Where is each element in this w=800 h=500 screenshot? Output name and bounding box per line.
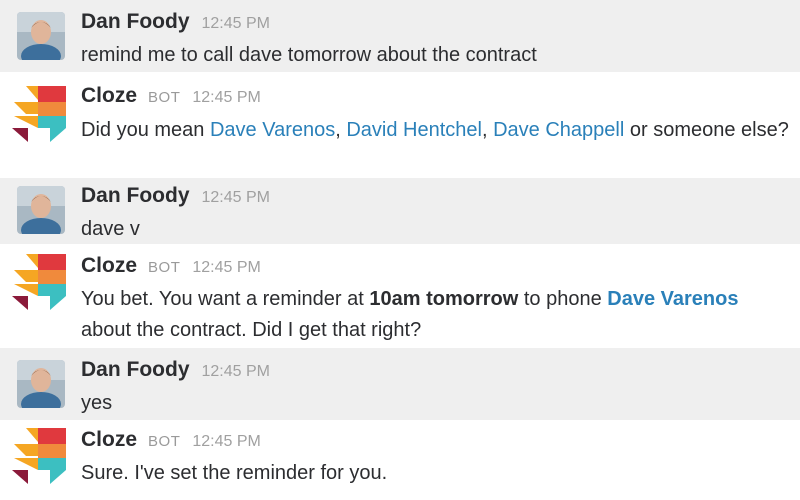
sender-name[interactable]: Cloze xyxy=(81,84,137,108)
text-segment: , xyxy=(335,119,347,141)
text-segment: Did you mean xyxy=(81,119,210,141)
timestamp[interactable]: 12:45 PM xyxy=(202,15,270,33)
message-header: Cloze BOT 12:45 PM xyxy=(81,428,261,458)
bot-badge: BOT xyxy=(148,259,181,276)
message-header: Cloze BOT 12:45 PM xyxy=(81,84,261,114)
user-avatar[interactable] xyxy=(17,186,65,234)
timestamp[interactable]: 12:45 PM xyxy=(192,89,260,107)
message-text: Sure. I've set the reminder for you. xyxy=(81,462,388,484)
reminder-time: 10am tomorrow xyxy=(369,288,519,310)
sender-name[interactable]: Dan Foody xyxy=(81,184,190,208)
message-text: remind me to call dave tomorrow about th… xyxy=(81,44,537,66)
message-row: Cloze BOT 12:45 PM Did you mean Dave Var… xyxy=(0,72,800,178)
message-header: Dan Foody 12:45 PM xyxy=(81,358,270,388)
contact-link[interactable]: Dave Varenos xyxy=(210,119,335,141)
bot-badge: BOT xyxy=(148,433,181,450)
cloze-logo-icon[interactable] xyxy=(10,426,68,484)
message-header: Dan Foody 12:45 PM xyxy=(81,10,270,40)
contact-link[interactable]: Dave Varenos xyxy=(607,288,738,310)
sender-name[interactable]: Dan Foody xyxy=(81,358,190,382)
user-avatar-image xyxy=(17,186,65,234)
message-header: Cloze BOT 12:45 PM xyxy=(81,254,261,284)
bot-badge: BOT xyxy=(148,89,181,106)
timestamp[interactable]: 12:45 PM xyxy=(192,259,260,277)
message-text: yes xyxy=(81,392,113,414)
text-segment: to phone xyxy=(518,288,608,310)
chat-window: Dan Foody 12:45 PM remind me to call dav… xyxy=(0,0,800,500)
contact-link[interactable]: Dave Chappell xyxy=(493,119,624,141)
contact-link[interactable]: David Hentchel xyxy=(346,119,482,141)
message-row: Dan Foody 12:45 PM remind me to call dav… xyxy=(0,0,800,72)
message-row: Dan Foody 12:45 PM yes xyxy=(0,348,800,420)
text-segment: You bet. You want a reminder at xyxy=(81,288,370,310)
message-text: You bet. You want a reminder at 10am tom… xyxy=(81,284,791,346)
cloze-logo-icon[interactable] xyxy=(10,84,68,142)
user-avatar[interactable] xyxy=(17,12,65,60)
sender-name[interactable]: Dan Foody xyxy=(81,10,190,34)
text-segment: , xyxy=(481,119,494,141)
timestamp[interactable]: 12:45 PM xyxy=(202,189,270,207)
sender-name[interactable]: Cloze xyxy=(81,428,137,452)
text-segment: or someone else? xyxy=(624,119,789,141)
message-row: Cloze BOT 12:45 PM You bet. You want a r… xyxy=(0,244,800,348)
text-segment: about the contract. Did I get that right… xyxy=(81,319,422,341)
message-row: Cloze BOT 12:45 PM Sure. I've set the re… xyxy=(0,420,800,500)
message-row: Dan Foody 12:45 PM dave v xyxy=(0,178,800,244)
cloze-logo-icon[interactable] xyxy=(10,252,68,310)
sender-name[interactable]: Cloze xyxy=(81,254,137,278)
user-avatar-image xyxy=(17,12,65,60)
message-text: Did you mean Dave Varenos, David Hentche… xyxy=(81,115,791,146)
timestamp[interactable]: 12:45 PM xyxy=(192,433,260,451)
user-avatar[interactable] xyxy=(17,360,65,408)
message-header: Dan Foody 12:45 PM xyxy=(81,184,270,214)
user-avatar-image xyxy=(17,360,65,408)
message-text: dave v xyxy=(81,218,140,240)
timestamp[interactable]: 12:45 PM xyxy=(202,363,270,381)
